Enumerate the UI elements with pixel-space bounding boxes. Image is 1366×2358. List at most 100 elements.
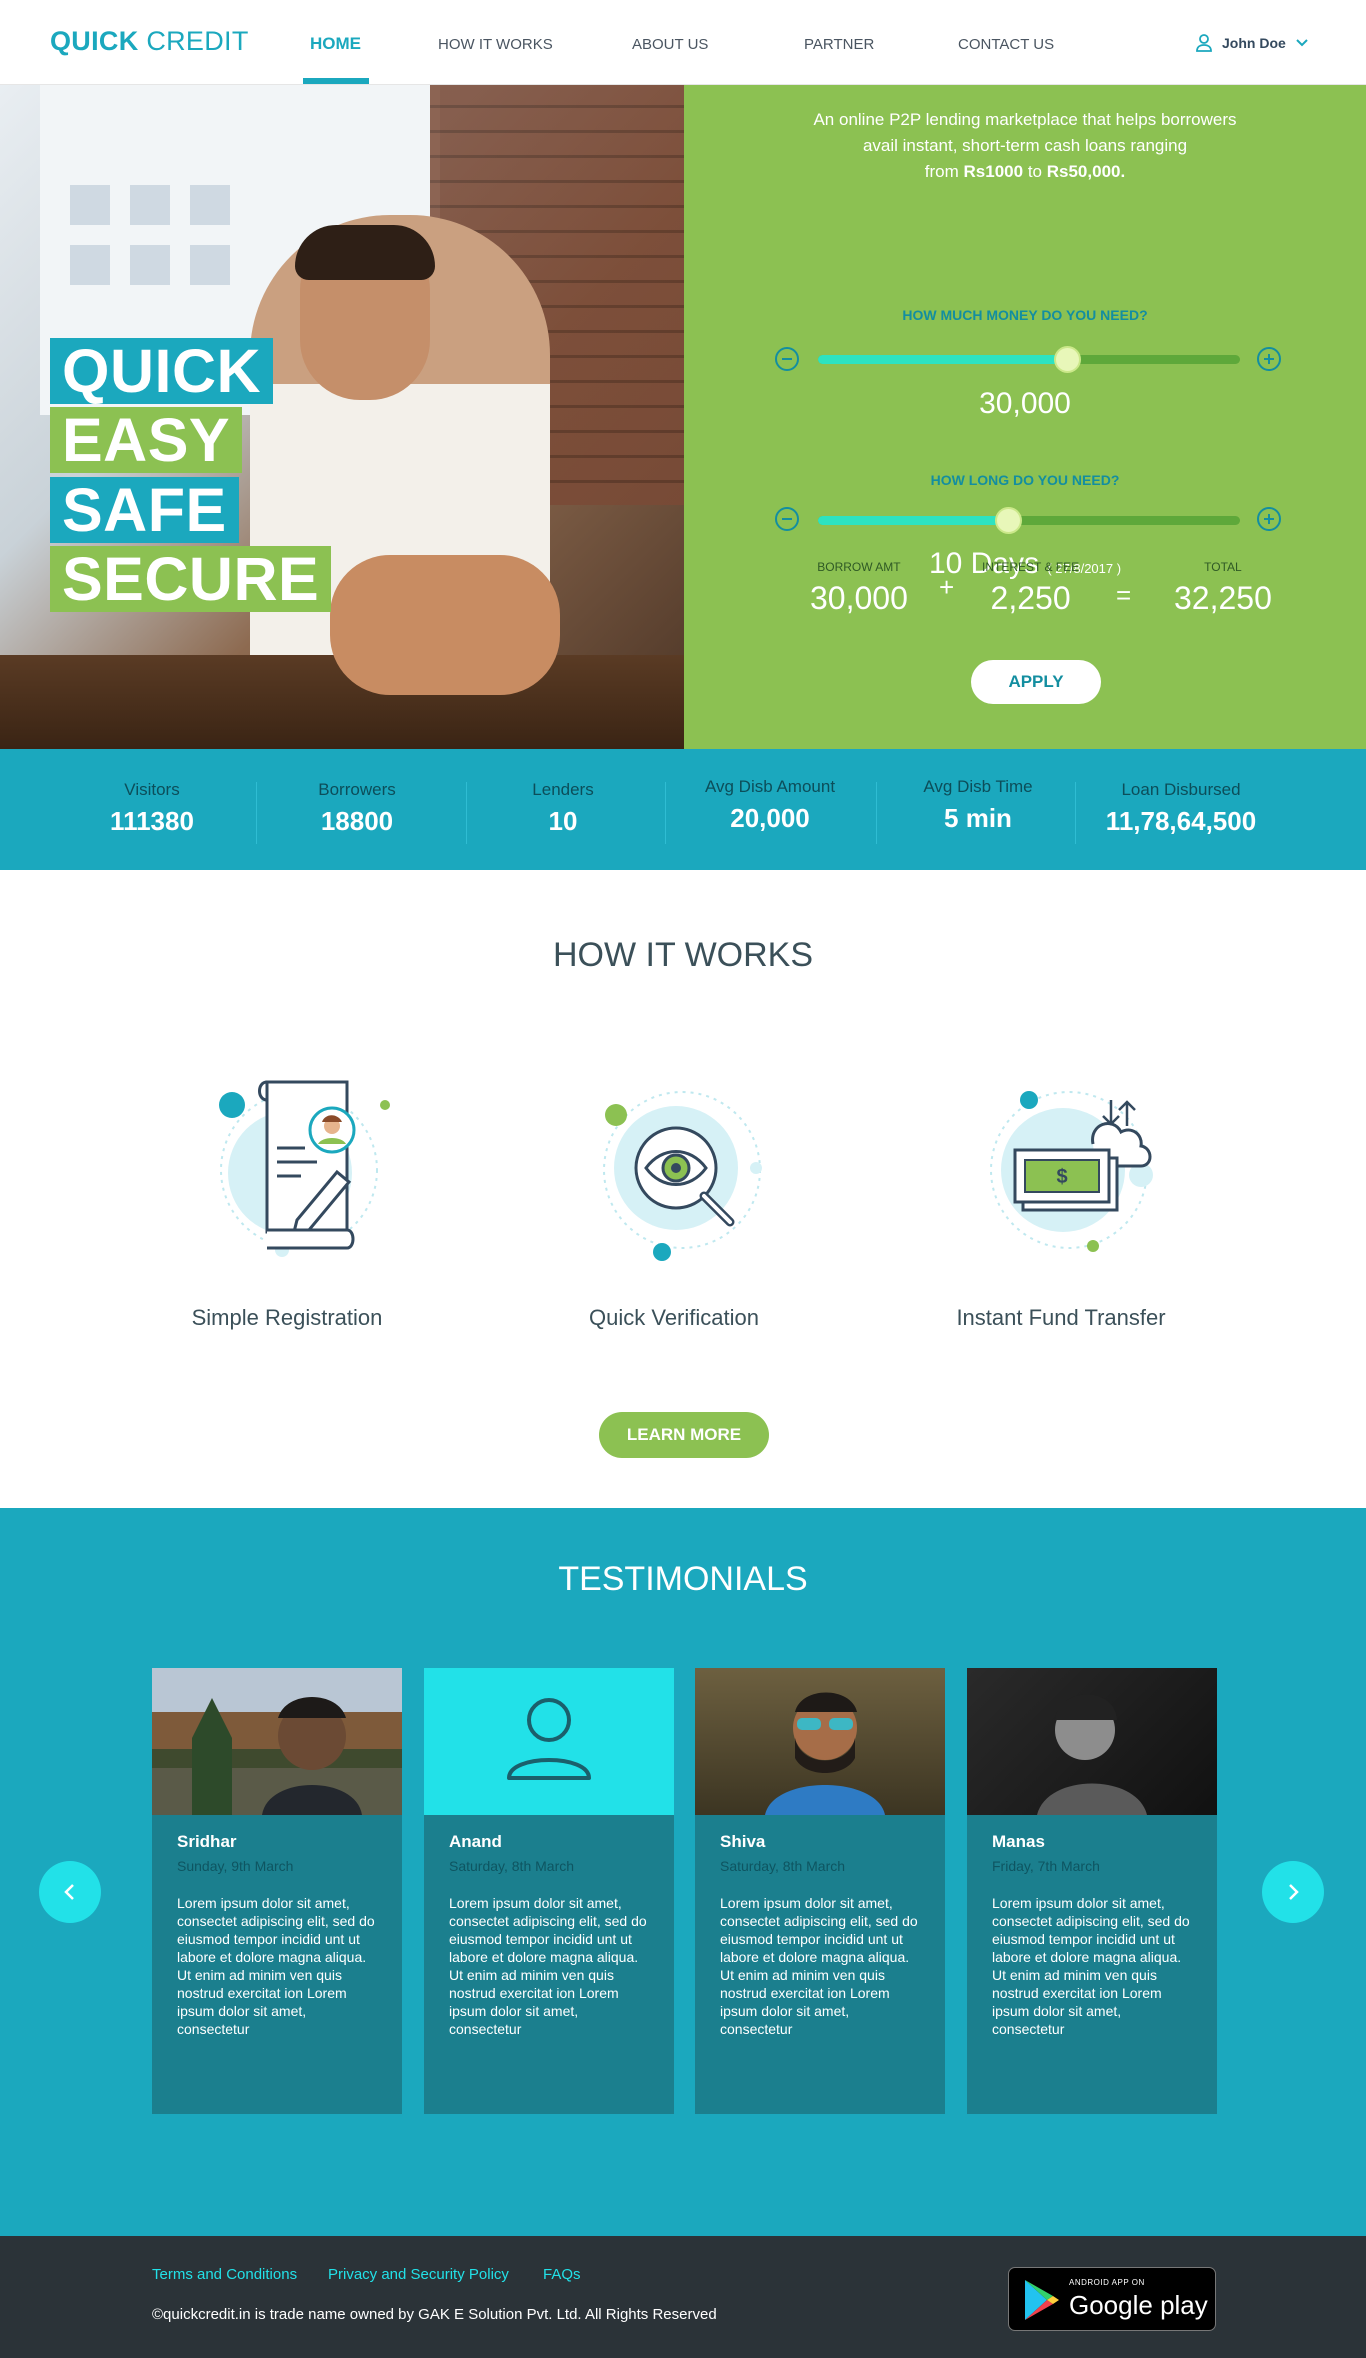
testimonial-photo xyxy=(967,1668,1217,1815)
top-nav: QUICK CREDIT HOME HOW IT WORKS ABOUT US … xyxy=(0,0,1366,85)
nav-contact-us[interactable]: CONTACT US xyxy=(958,36,1054,53)
duration-slider-knob[interactable] xyxy=(994,507,1022,534)
minus-icon xyxy=(782,518,792,520)
footer-faqs-link[interactable]: FAQs xyxy=(543,2266,581,2283)
testimonial-photo xyxy=(152,1668,402,1815)
user-icon xyxy=(1196,34,1212,52)
total-value: 32,250 xyxy=(1174,580,1272,616)
intro-line-1: An online P2P lending marketplace that h… xyxy=(813,110,1237,129)
stat-lenders: Lenders 10 xyxy=(493,780,633,837)
testimonial-date: Sunday, 9th March xyxy=(177,1858,294,1874)
testimonial-card[interactable]: Shiva Saturday, 8th March Lorem ipsum do… xyxy=(695,1668,945,2114)
feature-fund-transfer-label: Instant Fund Transfer xyxy=(956,1305,1166,1330)
verification-eye-icon xyxy=(564,1070,784,1290)
stat-visitors: Visitors 111380 xyxy=(82,780,222,837)
avatar-icon xyxy=(507,1698,591,1780)
hero-tag-secure: SECURE xyxy=(50,546,332,612)
logo-bold-text: QUICK xyxy=(50,26,139,56)
logo[interactable]: QUICK CREDIT xyxy=(50,26,249,57)
equals-sign: = xyxy=(1116,580,1132,610)
google-play-badge[interactable]: ANDROID APP ON Google play xyxy=(1008,2267,1216,2331)
amount-slider-knob[interactable] xyxy=(1053,346,1081,373)
amount-minus-button[interactable] xyxy=(775,347,799,371)
carousel-prev-button[interactable] xyxy=(39,1861,101,1923)
interest-summary: INTEREST & FEE 2,250 xyxy=(982,560,1079,617)
stat-label: Lenders xyxy=(532,780,594,799)
fund-transfer-icon: $ xyxy=(951,1070,1171,1290)
amount-question: HOW MUCH MONEY DO YOU NEED? xyxy=(902,307,1148,323)
hero-tag-safe: SAFE xyxy=(50,477,239,543)
plus-sign: + xyxy=(939,572,955,602)
testimonial-card[interactable]: Anand Saturday, 8th March Lorem ipsum do… xyxy=(424,1668,674,2114)
feature-verification-label: Quick Verification xyxy=(589,1305,759,1330)
calculator-intro: An online P2P lending marketplace that h… xyxy=(684,107,1366,185)
testimonial-date: Friday, 7th March xyxy=(992,1858,1100,1874)
google-play-big-text: Google play xyxy=(1069,2290,1208,2320)
borrow-summary: BORROW AMT 30,000 xyxy=(810,560,908,617)
stat-label: Avg Disb Time xyxy=(923,777,1033,796)
borrow-value: 30,000 xyxy=(810,580,908,616)
hero-section: QUICK EASY SAFE SECURE An online P2P len… xyxy=(0,85,1366,749)
intro-min: Rs1000 xyxy=(963,162,1024,181)
testimonial-date: Saturday, 8th March xyxy=(449,1858,575,1874)
hero-handshake-photo: QUICK EASY SAFE SECURE xyxy=(0,85,684,749)
stats-bar: Visitors 111380 Borrowers 18800 Lenders 10 … xyxy=(0,749,1366,870)
amount-slider[interactable] xyxy=(818,346,1240,373)
testimonials-section: TESTIMONIALS Sridhar Sunday, 9th March L… xyxy=(0,1508,1366,2236)
stat-value: 111380 xyxy=(110,806,194,836)
intro-line-3: from Rs1000 to Rs50,000. xyxy=(684,159,1366,185)
footer-terms-link[interactable]: Terms and Conditions xyxy=(152,2266,297,2283)
stat-value: 18800 xyxy=(320,806,394,836)
nav-partner[interactable]: PARTNER xyxy=(804,36,874,53)
stat-value: 11,78,64,500 xyxy=(1105,806,1257,836)
plus-icon xyxy=(1264,354,1274,364)
stat-value: 10 xyxy=(548,806,578,836)
hero-tag-quick: QUICK xyxy=(50,338,274,404)
intro-from: from xyxy=(924,162,959,181)
testimonial-text: Lorem ipsum dolor sit amet, consectet ad… xyxy=(720,1895,918,2037)
duration-minus-button[interactable] xyxy=(775,507,799,531)
testimonial-card[interactable]: Sridhar Sunday, 9th March Lorem ipsum do… xyxy=(152,1668,402,2114)
stat-divider xyxy=(256,782,257,844)
footer-privacy-link[interactable]: Privacy and Security Policy xyxy=(328,2266,509,2283)
feature-fund-transfer: $ Instant Fund Transfer xyxy=(931,1070,1191,1331)
testimonial-text: Lorem ipsum dolor sit amet, consectet ad… xyxy=(992,1895,1190,2037)
nav-home[interactable]: HOME xyxy=(310,34,361,54)
duration-slider[interactable] xyxy=(818,507,1240,534)
testimonial-text: Lorem ipsum dolor sit amet, consectet ad… xyxy=(449,1895,647,2037)
intro-line-2: avail instant, short-term cash loans ran… xyxy=(862,136,1188,155)
stat-borrowers: Borrowers 18800 xyxy=(287,780,427,837)
stat-value: 5 min xyxy=(944,803,1012,833)
how-it-works-title: HOW IT WORKS xyxy=(552,936,814,974)
interest-value: 2,250 xyxy=(990,580,1071,616)
footer-copyright: ©quickcredit.in is trade name owned by G… xyxy=(152,2306,717,2323)
interest-label: INTEREST & FEE xyxy=(982,560,1080,574)
feature-registration: Simple Registration xyxy=(157,1070,417,1331)
stat-value: 20,000 xyxy=(730,803,810,833)
testimonial-text: Lorem ipsum dolor sit amet, consectet ad… xyxy=(177,1895,375,2037)
user-menu[interactable]: John Doe xyxy=(1196,34,1308,52)
minus-icon xyxy=(782,358,792,360)
testimonial-photo xyxy=(695,1668,945,1815)
duration-plus-button[interactable] xyxy=(1257,507,1281,531)
intro-to: to xyxy=(1027,162,1043,181)
stat-loan-disbursed: Loan Disbursed 11,78,64,500 xyxy=(1090,780,1272,837)
user-name: John Doe xyxy=(1222,35,1286,51)
amount-plus-button[interactable] xyxy=(1257,347,1281,371)
learn-more-button[interactable]: LEARN MORE xyxy=(599,1412,769,1458)
apply-button[interactable]: APPLY xyxy=(971,660,1101,704)
loan-calculator: An online P2P lending marketplace that h… xyxy=(684,85,1366,749)
nav-about-us[interactable]: ABOUT US xyxy=(632,36,708,53)
footer: Terms and Conditions Privacy and Securit… xyxy=(0,2236,1366,2358)
total-label: TOTAL xyxy=(1204,560,1242,574)
testimonial-name: Shiva xyxy=(720,1832,766,1851)
amount-value: 30,000 xyxy=(979,387,1071,420)
testimonial-card[interactable]: Manas Friday, 7th March Lorem ipsum dolo… xyxy=(967,1668,1217,2114)
stat-avg-disb-time: Avg Disb Time 5 min xyxy=(898,777,1058,834)
stat-label: Borrowers xyxy=(318,780,396,799)
nav-how-it-works[interactable]: HOW IT WORKS xyxy=(438,36,553,53)
stat-divider xyxy=(466,782,467,844)
stat-divider xyxy=(665,782,666,844)
google-play-small-text: ANDROID APP ON xyxy=(1069,2278,1145,2287)
carousel-next-button[interactable] xyxy=(1262,1861,1324,1923)
